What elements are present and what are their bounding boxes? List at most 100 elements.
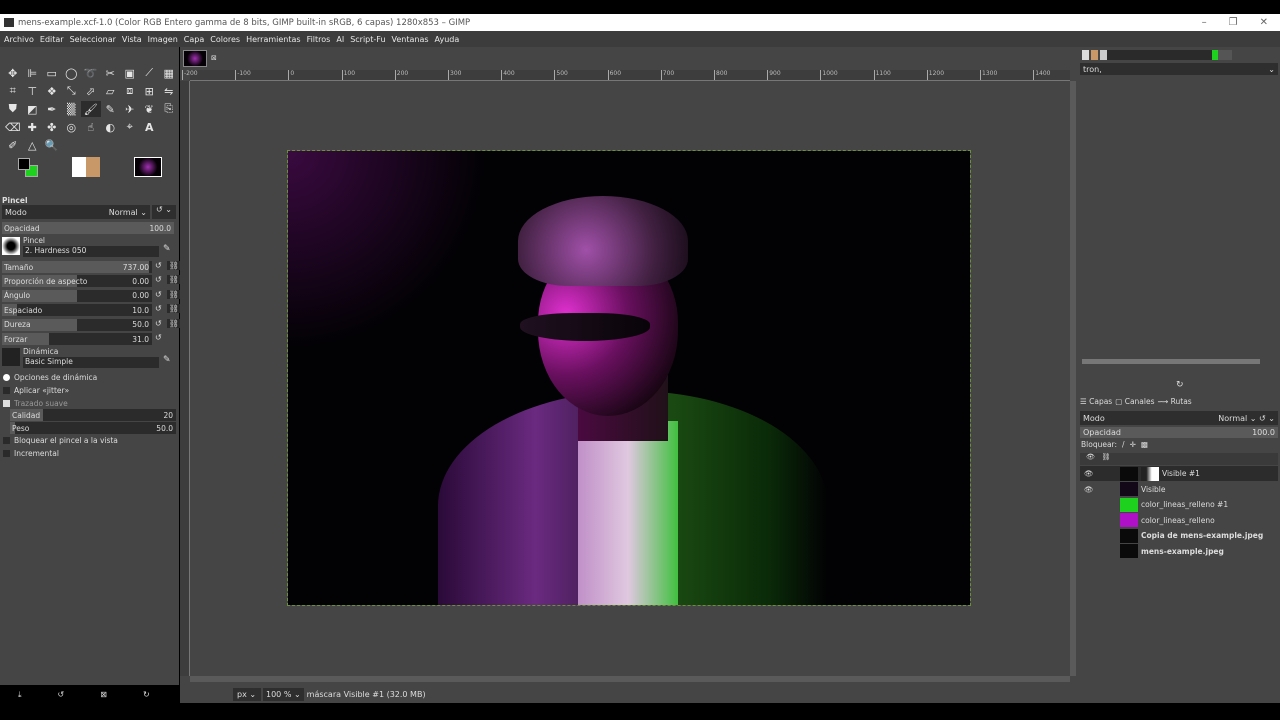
image-canvas[interactable] — [287, 150, 971, 606]
ellipse-select-icon[interactable]: ◯ — [62, 65, 82, 81]
unit-dropdown[interactable]: px ⌄ — [233, 687, 261, 701]
paths-icon[interactable]: ⌖ — [120, 119, 140, 135]
lock-alpha-icon[interactable]: ▩ — [1141, 440, 1148, 449]
layer-row[interactable]: color_lineas_relleno #1 — [1080, 497, 1278, 512]
slider-ángulo[interactable]: Ángulo 0.00 — [2, 289, 152, 302]
close-image-tab-icon[interactable]: ⊠ — [211, 54, 217, 62]
cage-icon[interactable]: ⊞ — [140, 83, 160, 99]
measure-icon[interactable]: △ — [23, 137, 43, 153]
delete-preset-icon[interactable]: ⊠ — [100, 690, 107, 700]
move-tool-icon[interactable]: ✥ — [3, 65, 23, 81]
menu-archivo[interactable]: Archivo — [4, 35, 34, 44]
vertical-ruler[interactable] — [180, 81, 190, 676]
color-picker-icon[interactable]: ✐ — [3, 137, 23, 153]
text-tool-icon[interactable]: A — [140, 119, 160, 135]
perspective-icon[interactable]: ▱ — [101, 83, 121, 99]
slider-forzar[interactable]: Forzar 31.0 — [2, 333, 152, 345]
paintbrush-icon[interactable]: 🖌 — [81, 101, 101, 117]
reset-icon[interactable]: ↺ — [155, 304, 162, 313]
lock-position-icon[interactable]: ✛ — [1130, 440, 1136, 449]
reset-mode-button[interactable]: ↺ ⌄ — [152, 205, 176, 219]
menu-ayuda[interactable]: Ayuda — [435, 35, 460, 44]
fuzzy-select-icon[interactable]: ⟋ — [140, 65, 160, 81]
edit-brush-icon[interactable]: ✎ — [163, 244, 171, 254]
layer-row[interactable]: Copia de mens-example.jpeg — [1080, 528, 1278, 543]
vertical-scrollbar[interactable] — [1070, 81, 1076, 676]
layer-mode-dropdown[interactable]: Modo Normal ⌄ ↺ ⌄ — [1080, 411, 1278, 425]
lock-brush-checkbox[interactable]: Bloquear el pincel a la vista — [0, 434, 176, 446]
zoom-dropdown[interactable]: 100 % ⌄ — [263, 687, 304, 701]
dynamics-options-expander[interactable]: Opciones de dinámica — [0, 371, 176, 383]
align-tool-icon[interactable]: ⊫ — [23, 65, 43, 81]
save-preset-icon[interactable]: ⤓ — [18, 690, 22, 700]
menu-seleccionar[interactable]: Seleccionar — [70, 35, 116, 44]
menu-editar[interactable]: Editar — [40, 35, 64, 44]
eye-icon[interactable]: 👁 — [1080, 469, 1120, 478]
menu-script-fu[interactable]: Script-Fu — [350, 35, 385, 44]
rect-select-icon[interactable]: ▭ — [42, 65, 62, 81]
restore-preset-icon[interactable]: ↺ — [58, 690, 65, 700]
dock-tab-icons[interactable] — [1082, 50, 1232, 60]
pencil-icon[interactable]: ✎ — [101, 101, 121, 117]
dodge-icon[interactable]: ◐ — [101, 119, 121, 135]
brush-name-field[interactable]: 2. Hardness 050 — [23, 246, 159, 257]
foreground-select-icon[interactable]: ▣ — [120, 65, 140, 81]
incremental-checkbox[interactable]: Incremental — [0, 447, 176, 459]
layer-row[interactable]: color_lineas_relleno — [1080, 513, 1278, 528]
lock-pixels-icon[interactable]: / — [1122, 440, 1125, 449]
horizontal-ruler[interactable]: -200 -100 0 100 200 300 400 500 600 700 800 900 1000… — [182, 70, 1070, 81]
weight-slider[interactable]: Peso 50.0 — [10, 422, 176, 434]
reset-icon[interactable]: ↺ — [155, 319, 162, 328]
reset-icon[interactable]: ↺ — [155, 275, 162, 284]
eye-icon[interactable]: 👁 — [1080, 485, 1120, 494]
image-tab[interactable] — [183, 50, 207, 67]
edit-dynamics-icon[interactable]: ✎ — [163, 355, 171, 365]
heal-icon[interactable]: ✚ — [23, 119, 43, 135]
layer-row[interactable]: mens-example.jpeg — [1080, 544, 1278, 559]
menu-ventanas[interactable]: Ventanas — [392, 35, 429, 44]
scale-icon[interactable]: ⤡ — [62, 83, 82, 99]
layer-opacity-slider[interactable]: Opacidad 100.0 — [1080, 427, 1278, 438]
slider-espaciado[interactable]: Espaciado 10.0 — [2, 304, 152, 317]
gradient-icon[interactable]: ◩ — [23, 101, 43, 117]
minimize-button[interactable]: – — [1202, 17, 1207, 28]
smudge-icon[interactable]: ☝ — [81, 119, 101, 135]
smooth-stroke-checkbox[interactable]: Trazado suave — [0, 397, 176, 409]
brush-dropdown[interactable]: tron, ⌄ — [1080, 63, 1278, 75]
dynamics-preview[interactable] — [2, 348, 20, 366]
menu-filtros[interactable]: Filtros — [307, 35, 331, 44]
3d-transform-icon[interactable]: ⧈ — [120, 83, 140, 99]
smudge-pattern-icon[interactable]: ▒ — [62, 101, 82, 117]
dynamics-name-field[interactable]: Basic Simple — [23, 357, 159, 368]
link-icon[interactable]: ⛓ — [166, 289, 181, 299]
tab-canales[interactable]: ▢ Canales — [1115, 397, 1154, 406]
opacity-slider[interactable]: Opacidad 100.0 — [2, 222, 174, 234]
menu-ai[interactable]: AI — [336, 35, 344, 44]
slider-tamaño[interactable]: Tamaño 737.00 — [2, 261, 152, 273]
tab-rutas[interactable]: ⟿ Rutas — [1158, 397, 1192, 406]
menu-colores[interactable]: Colores — [210, 35, 240, 44]
eraser-icon[interactable]: ⌫ — [3, 119, 23, 135]
link-icon[interactable]: ⛓ — [166, 318, 181, 328]
blur-icon[interactable]: ◎ — [62, 119, 82, 135]
refresh-brushes-icon[interactable]: ↻ — [1176, 380, 1184, 390]
slider-proporción-de-aspecto[interactable]: Proporción de aspecto 0.00 — [2, 275, 152, 288]
bucket-fill-icon[interactable]: ⛊ — [3, 101, 23, 117]
layer-row[interactable]: 👁 Visible #1 — [1080, 466, 1278, 481]
slider-dureza[interactable]: Dureza 50.0 — [2, 318, 152, 331]
zoom-tool-icon[interactable]: 🔍 — [42, 137, 62, 153]
active-image-thumbnail[interactable] — [134, 157, 162, 177]
maximize-button[interactable]: ❐ — [1229, 17, 1238, 28]
fg-color-swatch[interactable] — [18, 158, 30, 170]
lasso-icon[interactable]: ➰ — [81, 65, 101, 81]
quality-slider[interactable]: Calidad 20 — [10, 409, 176, 421]
menu-vista[interactable]: Vista — [122, 35, 142, 44]
tab-capas[interactable]: ☰ Capas — [1080, 397, 1112, 406]
reset-icon[interactable]: ↺ — [155, 261, 162, 270]
close-button[interactable]: ✕ — [1260, 17, 1268, 28]
perspective-clone-icon[interactable]: ✤ — [42, 119, 62, 135]
menu-capa[interactable]: Capa — [184, 35, 204, 44]
horizontal-scrollbar[interactable] — [190, 676, 1070, 682]
crop-icon[interactable]: ⌗ — [3, 83, 23, 99]
mypaint-icon[interactable]: ✒ — [42, 101, 62, 117]
